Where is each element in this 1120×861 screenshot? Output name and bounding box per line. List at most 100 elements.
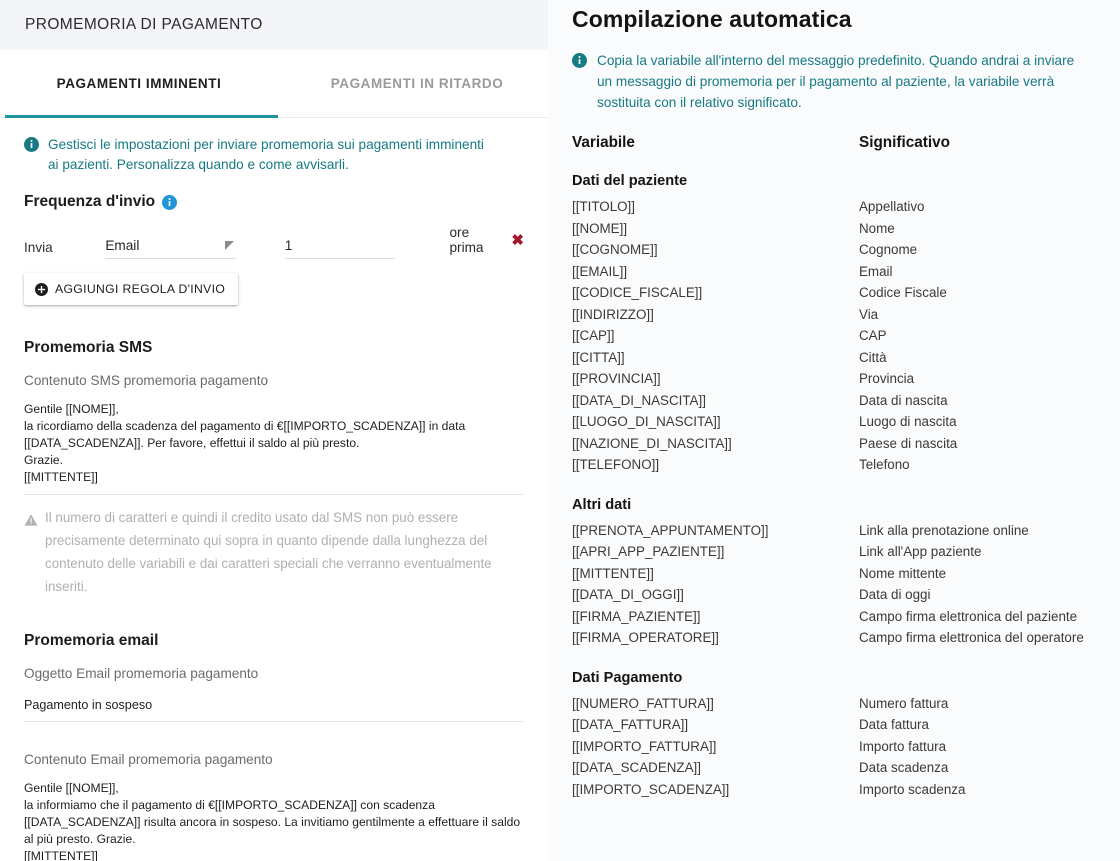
variable-meaning: Importo fattura [859,738,947,754]
variable-meaning: Città [859,349,887,365]
variable-token[interactable]: [[CODICE_FISCALE]] [572,282,859,304]
table-row[interactable]: [[DATA_SCADENZA]] Data scadenza [572,757,1112,779]
variable-token[interactable]: [[IMPORTO_FATTURA]] [572,736,859,758]
variable-group-title: Altri dati [572,496,632,513]
table-row[interactable]: [[DATA_DI_NASCITA]] Data di nascita [572,390,1112,412]
variable-token[interactable]: [[APRI_APP_PAZIENTE]] [572,541,859,563]
table-row[interactable]: [[NOME]] Nome [572,218,1112,240]
sms-body-input[interactable]: Gentile [[NOME]], la ricordiamo della sc… [24,401,524,495]
variable-token[interactable]: [[DATA_FATTURA]] [572,714,859,736]
table-row[interactable]: [[NUMERO_FATTURA]] Numero fattura [572,693,1112,715]
variable-meaning: Nome [859,220,895,236]
variable-token[interactable]: [[PRENOTA_APPUNTAMENTO]] [572,520,859,542]
app-page: PROMEMORIA DI PAGAMENTO PAGAMENTI IMMINE… [0,0,1120,861]
table-row[interactable]: [[LUOGO_DI_NASCITA]] Luogo di nascita [572,411,1112,433]
table-row[interactable]: [[NAZIONE_DI_NASCITA]] Paese di nascita [572,433,1112,455]
variable-token[interactable]: [[NOME]] [572,218,859,240]
variable-meaning: Link all'App paziente [859,544,982,559]
info-alert-right: Copia la variabile all'interno del messa… [572,50,1082,113]
channel-select-value: Email [105,238,140,253]
warning-icon [24,511,38,526]
variable-token[interactable]: [[COGNOME]] [572,239,859,261]
table-row[interactable]: [[DATA_FATTURA]] Data fattura [572,714,1112,736]
table-row[interactable]: [[FIRMA_PAZIENTE]] Campo firma elettronic… [572,606,1112,628]
variable-token[interactable]: [[EMAIL]] [572,261,859,283]
table-row[interactable]: [[IMPORTO_SCADENZA]] Importo scadenza [572,779,1112,801]
variable-meaning: CAP [859,328,887,343]
variable-meaning: Campo firma elettronica del operatore [859,630,1084,645]
variable-token[interactable]: [[FIRMA_OPERATORE]] [572,627,859,649]
payment-reminder-card: PROMEMORIA DI PAGAMENTO PAGAMENTI IMMINE… [0,0,548,861]
variable-meaning: Data fattura [859,717,929,732]
variable-token[interactable]: [[DATA_DI_NASCITA]] [572,390,859,412]
variable-token[interactable]: [[LUOGO_DI_NASCITA]] [572,411,859,433]
info-icon [24,137,39,152]
help-info-icon[interactable] [162,194,178,210]
variable-meaning: Email [859,263,893,279]
send-rule-suffix-label: ore prima [449,225,484,255]
variable-meaning: Nome mittente [859,565,947,581]
add-rule-button[interactable]: AGGIUNGI REGOLA D'INVIO [24,273,239,305]
send-rule-label: Invia [24,240,53,255]
table-row[interactable]: [[EMAIL]] Email [572,261,1112,283]
variable-meaning: Data scadenza [859,760,949,775]
variable-token[interactable]: [[TELEFONO]] [572,454,859,476]
tab-pagamenti-in-ritardo[interactable]: PAGAMENTI IN RITARDO [278,50,548,118]
table-row[interactable]: [[PRENOTA_APPUNTAMENTO]] Link alla prenot… [572,520,1112,542]
variable-meaning: Luogo di nascita [859,414,957,429]
variable-token[interactable]: [[CAP]] [572,325,859,347]
close-x-icon[interactable]: ✖ [511,233,524,248]
email-subject-caption: Oggetto Email promemoria pagamento [24,666,259,681]
variable-meaning: Appellativo [859,199,925,214]
chevron-down-icon [224,241,234,250]
add-rule-button-label: AGGIUNGI REGOLA D'INVIO [55,282,226,296]
info-alert-left: Gestisci le impostazioni per inviare pro… [24,134,494,175]
variable-meaning: Cognome [859,242,918,257]
tab-active-indicator [5,115,278,118]
table-row[interactable]: [[CODICE_FISCALE]] Codice Fiscale [572,282,1112,304]
hours-input[interactable]: 1 [284,238,395,259]
variable-token[interactable]: [[NUMERO_FATTURA]] [572,693,859,715]
variable-token[interactable]: [[DATA_DI_OGGI]] [572,584,859,606]
variable-meaning: Campo firma elettronica del paziente [859,608,1078,624]
table-row[interactable]: [[PROVINCIA]] Provincia [572,368,1112,390]
tab-pagamenti-imminenti[interactable]: PAGAMENTI IMMINENTI [0,50,278,118]
column-header-meaning: Significativo [859,134,950,151]
tab-bar: PAGAMENTI IMMINENTI PAGAMENTI IN RITARDO [0,50,548,118]
variable-meaning: Provincia [859,371,915,386]
variable-meaning: Numero fattura [859,695,949,711]
variable-token[interactable]: [[PROVINCIA]] [572,368,859,390]
variables-table-body: Dati del paziente [[TITOLO]] Appellativo[[… [572,173,1112,800]
variable-token[interactable]: [[TITOLO]] [572,196,859,218]
table-row[interactable]: [[INDIRIZZO]] Via [572,304,1112,326]
card-header: PROMEMORIA DI PAGAMENTO [0,0,548,50]
variable-meaning: Via [859,306,879,322]
variable-token[interactable]: [[INDIRIZZO]] [572,304,859,326]
info-icon [572,53,587,68]
email-subject-input[interactable]: Pagamento in sospeso [24,698,524,722]
table-row[interactable]: [[DATA_DI_OGGI]] Data di oggi [572,584,1112,606]
table-row[interactable]: [[TELEFONO]] Telefono [572,454,1112,476]
table-row[interactable]: [[TITOLO]] Appellativo [572,196,1112,218]
table-row[interactable]: [[COGNOME]] Cognome [572,239,1112,261]
sms-body-caption: Contenuto SMS promemoria pagamento [24,373,269,388]
frequency-title-text: Frequenza d'invio [24,193,156,210]
variable-token[interactable]: [[IMPORTO_SCADENZA]] [572,779,859,801]
table-row[interactable]: [[IMPORTO_FATTURA]] Importo fattura [572,736,1112,758]
email-body-input[interactable]: Gentile [[NOME]], la informiamo che il p… [24,780,524,861]
channel-select[interactable]: Email [105,238,236,259]
table-row[interactable]: [[MITTENTE]] Nome mittente [572,563,1112,585]
variable-token[interactable]: [[CITTA]] [572,347,859,369]
table-row[interactable]: [[APRI_APP_PAZIENTE]] Link all'App pazien… [572,541,1112,563]
variable-meaning: Link alla prenotazione online [859,522,1029,538]
variable-token[interactable]: [[FIRMA_PAZIENTE]] [572,606,859,628]
variable-token[interactable]: [[DATA_SCADENZA]] [572,757,859,779]
sms-section-title: Promemoria SMS [24,339,153,356]
table-row[interactable]: [[CAP]] CAP [572,325,1112,347]
table-row[interactable]: [[CITTA]] Città [572,347,1112,369]
email-section-title: Promemoria email [24,632,159,649]
table-row[interactable]: [[FIRMA_OPERATORE]] Campo firma elettroni… [572,627,1112,649]
variable-token[interactable]: [[MITTENTE]] [572,563,859,585]
info-alert-text: Gestisci le impostazioni per inviare pro… [48,137,484,172]
variable-token[interactable]: [[NAZIONE_DI_NASCITA]] [572,433,859,455]
